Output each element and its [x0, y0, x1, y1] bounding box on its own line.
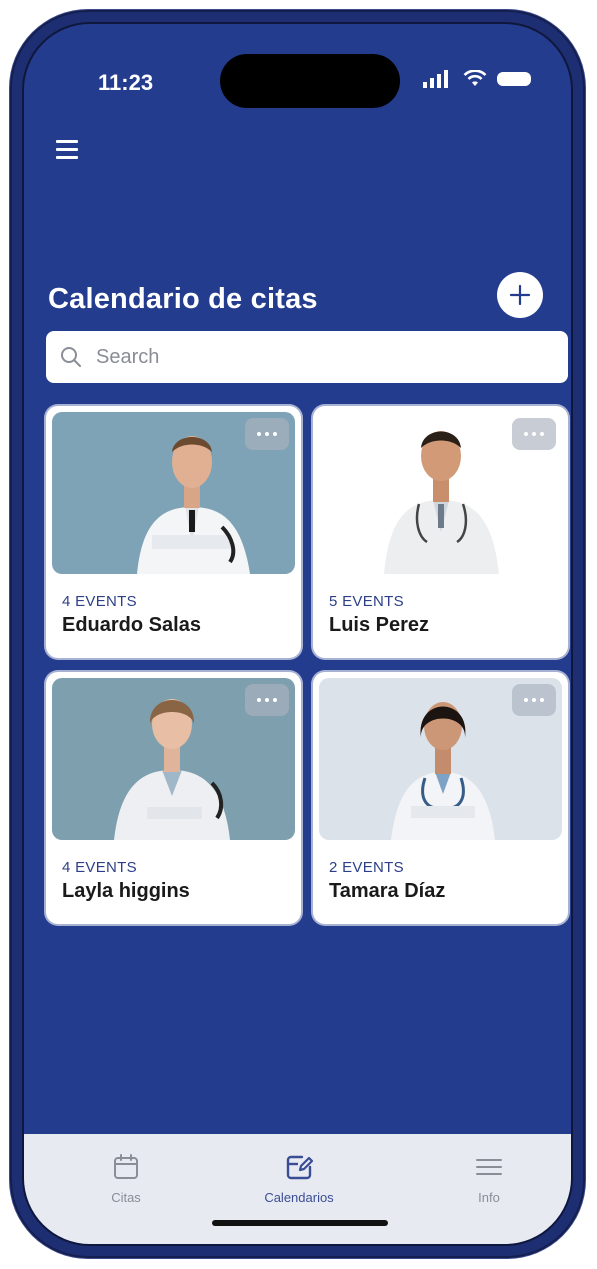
status-bar: 11:23	[24, 24, 571, 108]
doctor-card-luis-perez[interactable]: 5 EVENTS Luis Perez	[313, 406, 568, 658]
events-count: 5 EVENTS	[329, 593, 404, 610]
events-count: 4 EVENTS	[62, 859, 137, 876]
search-box[interactable]	[46, 331, 568, 383]
doctor-card-layla-higgins[interactable]: 4 EVENTS Layla higgins	[46, 672, 301, 924]
more-options-button[interactable]	[245, 684, 289, 716]
status-time: 11:23	[98, 70, 154, 95]
menu-lines-icon	[476, 1159, 502, 1175]
battery-icon	[497, 72, 531, 86]
more-options-button[interactable]	[245, 418, 289, 450]
wifi-icon	[463, 70, 487, 86]
doctor-name: Luis Perez	[329, 614, 430, 636]
doctor-name: Layla higgins	[62, 880, 190, 902]
page-title: Calendario de citas	[48, 283, 318, 315]
more-options-button[interactable]	[512, 684, 556, 716]
doctor-grid: 4 EVENTS Eduardo Salas 5 EVENTS Luis Per…	[46, 406, 568, 926]
add-button[interactable]	[497, 272, 543, 318]
events-count: 4 EVENTS	[62, 593, 137, 610]
hamburger-menu-icon[interactable]	[56, 136, 88, 162]
tab-label: Citas	[111, 1190, 141, 1205]
tab-bar: Citas Calendarios Info	[24, 1134, 571, 1244]
events-count: 2 EVENTS	[329, 859, 404, 876]
more-options-button[interactable]	[512, 418, 556, 450]
plus-icon	[509, 284, 531, 306]
signal-icon	[423, 70, 448, 88]
status-icons	[421, 70, 531, 88]
phone-frame: 11:23 Calendario de citas Search 4 EVENT…	[10, 10, 585, 1258]
tab-label: Calendarios	[264, 1190, 334, 1205]
app-screen: 11:23 Calendario de citas Search 4 EVENT…	[22, 22, 573, 1246]
search-icon	[61, 347, 81, 367]
tab-label: Info	[478, 1190, 500, 1205]
dynamic-island	[220, 54, 400, 108]
edit-calendar-icon	[286, 1155, 314, 1180]
doctor-name: Tamara Díaz	[329, 880, 446, 902]
search-input[interactable]	[94, 344, 518, 370]
doctor-card-tamara-diaz[interactable]: 2 EVENTS Tamara Díaz	[313, 672, 568, 924]
doctor-name: Eduardo Salas	[62, 614, 201, 636]
calendar-icon	[114, 1154, 138, 1179]
home-indicator	[212, 1220, 388, 1226]
tab-calendarios[interactable]: Calendarios	[239, 1152, 359, 1205]
doctor-card-eduardo-salas[interactable]: 4 EVENTS Eduardo Salas	[46, 406, 301, 658]
tab-info[interactable]: Info	[429, 1152, 549, 1205]
tab-citas[interactable]: Citas	[66, 1152, 186, 1205]
